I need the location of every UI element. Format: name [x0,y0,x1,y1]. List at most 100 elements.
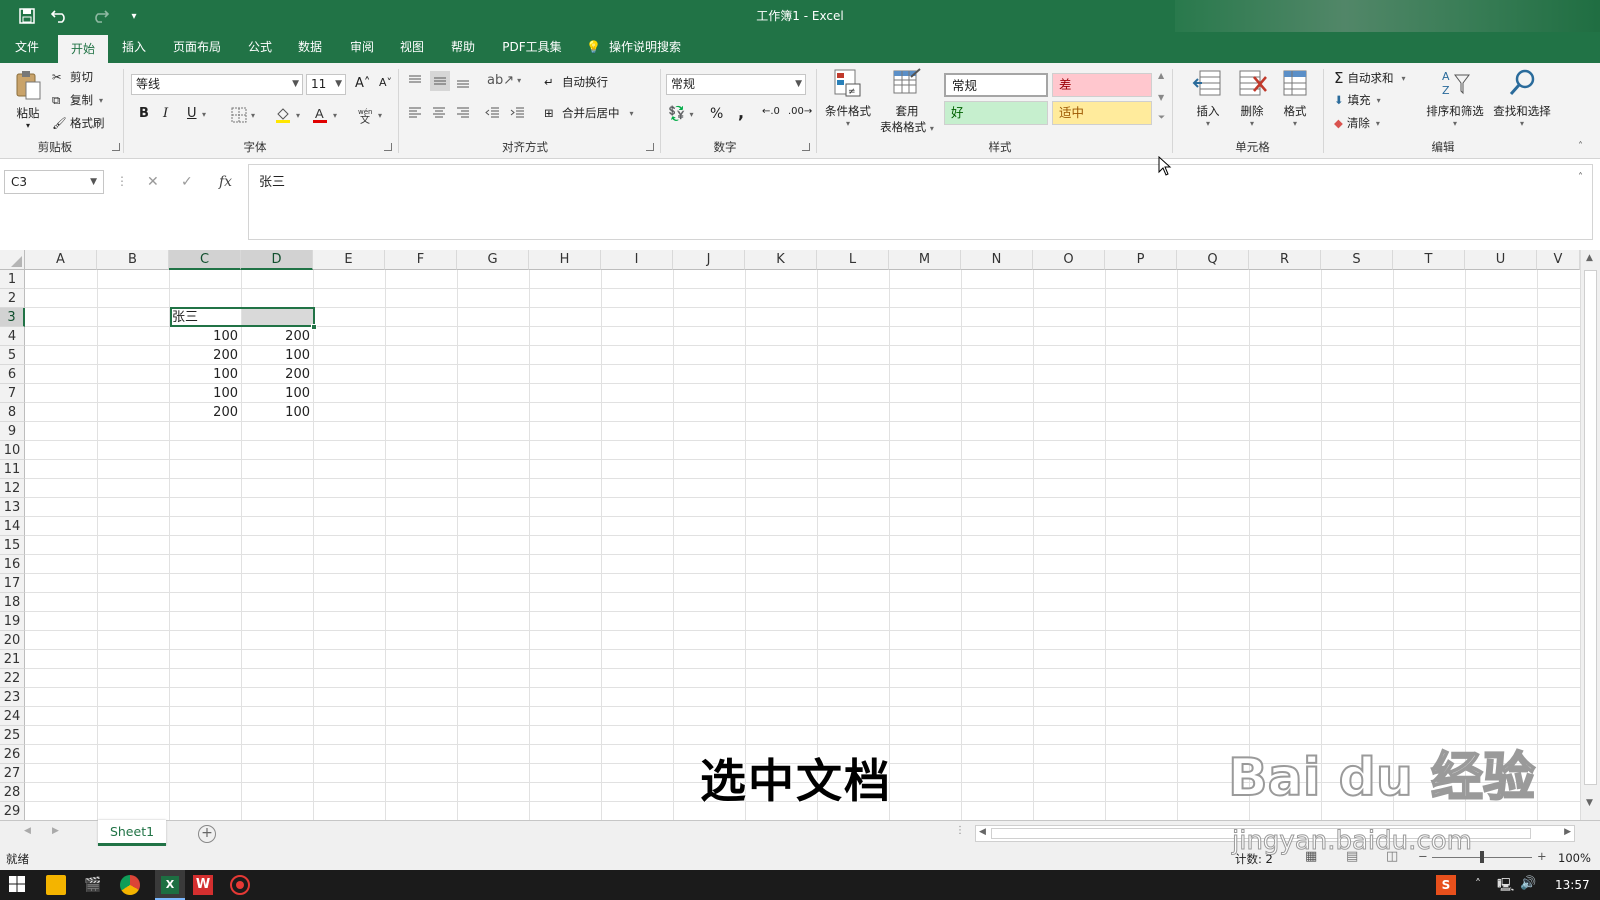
row-header-17[interactable]: 17 [0,574,25,593]
copy-button[interactable]: ⧉ 复制 ▾ [52,92,103,108]
cell-d8[interactable]: 100 [241,403,313,422]
row-header-13[interactable]: 13 [0,498,25,517]
row-header-19[interactable]: 19 [0,612,25,631]
cancel-entry-icon[interactable]: ✕ [147,174,159,190]
column-header-j[interactable]: J [673,250,745,270]
column-header-u[interactable]: U [1465,250,1537,270]
number-launcher-icon[interactable] [802,143,810,151]
grow-font-button[interactable]: A˄ [355,76,370,91]
column-header-i[interactable]: I [601,250,673,270]
tab-review[interactable]: 审阅 [342,32,382,63]
column-header-g[interactable]: G [457,250,529,270]
column-header-s[interactable]: S [1321,250,1393,270]
film-app-icon[interactable]: 🎬 [83,875,103,895]
chevron-down-icon[interactable]: ▾ [202,110,206,119]
cell-c8[interactable]: 200 [169,403,241,422]
clipboard-launcher-icon[interactable] [112,143,120,151]
comma-button[interactable]: , [738,103,744,122]
scroll-up-icon[interactable]: ▲ [1586,253,1593,263]
row-header-20[interactable]: 20 [0,631,25,650]
format-painter-button[interactable]: 🖌 格式刷 [52,115,105,131]
italic-button[interactable]: I [163,106,168,121]
sheet-tab-sheet1[interactable]: Sheet1 [98,820,166,846]
tab-insert[interactable]: 插入 [114,32,154,63]
cell-c5[interactable]: 200 [169,346,241,365]
row-header-26[interactable]: 26 [0,745,25,764]
volume-icon[interactable]: 🔊 [1520,876,1536,891]
column-header-f[interactable]: F [385,250,457,270]
align-right-button[interactable] [455,105,471,121]
row-header-18[interactable]: 18 [0,593,25,612]
conditional-formatting-button[interactable]: ≠ 条件格式 ▾ [822,67,874,128]
wps-icon[interactable]: W [193,875,213,895]
row-header-7[interactable]: 7 [0,384,25,403]
name-box[interactable]: C3 ▼ [4,170,104,194]
cell-c7[interactable]: 100 [169,384,241,403]
column-header-n[interactable]: N [961,250,1033,270]
align-top-button[interactable] [407,73,423,89]
borders-button[interactable]: ▾ [231,107,255,123]
font-launcher-icon[interactable] [384,143,392,151]
tab-help[interactable]: 帮助 [443,32,483,63]
fill-button[interactable]: ⬇ 填充 ▾ [1334,92,1381,108]
column-header-b[interactable]: B [97,250,169,270]
cell-c6[interactable]: 100 [169,365,241,384]
fill-color-button[interactable]: ▾ [274,106,300,124]
insert-cells-button[interactable]: 插入 ▾ [1188,67,1228,128]
align-left-button[interactable] [407,105,423,121]
column-header-q[interactable]: Q [1177,250,1249,270]
screen-recorder-icon[interactable] [230,875,250,895]
find-select-button[interactable]: 查找和选择 ▾ [1490,67,1554,128]
font-color-button[interactable]: A ▾ [311,106,337,124]
row-header-25[interactable]: 25 [0,726,25,745]
row-header-22[interactable]: 22 [0,669,25,688]
format-cells-button[interactable]: 格式 ▾ [1275,67,1315,128]
cell-d4[interactable]: 200 [241,327,313,346]
column-header-l[interactable]: L [817,250,889,270]
column-header-h[interactable]: H [529,250,601,270]
row-header-12[interactable]: 12 [0,479,25,498]
increase-indent-button[interactable] [510,105,526,121]
prev-sheet-icon[interactable]: ◀ [24,826,31,836]
row-header-14[interactable]: 14 [0,517,25,536]
network-icon[interactable]: 🖳 [1497,876,1514,898]
style-bad[interactable]: 差 [1052,73,1152,97]
formula-input[interactable]: 张三 [248,164,1593,240]
font-name-combo[interactable]: 等线 ▼ [131,74,303,95]
collapse-ribbon-icon[interactable]: ˄ [1578,141,1583,152]
zoom-level[interactable]: 100% [1558,851,1591,865]
column-header-v[interactable]: V [1537,250,1580,270]
merge-center-button[interactable]: ⊞ 合并后居中 ▾ [544,105,634,121]
row-header-4[interactable]: 4 [0,327,25,346]
collapse-formula-bar-icon[interactable]: ˄ [1578,172,1583,183]
align-middle-button[interactable] [430,71,450,91]
scroll-down-icon[interactable]: ▼ [1586,798,1593,808]
insert-function-icon[interactable]: fx [219,174,232,190]
zoom-in-icon[interactable]: + [1537,849,1547,863]
cell-d5[interactable]: 100 [241,346,313,365]
vertical-scroll-thumb[interactable] [1584,270,1597,785]
align-center-button[interactable] [431,105,447,121]
paste-button[interactable]: 粘贴 ▾ [10,69,46,130]
cell-d6[interactable]: 200 [241,365,313,384]
row-header-10[interactable]: 10 [0,441,25,460]
underline-button[interactable]: U [187,106,197,121]
row-header-3[interactable]: 3 [0,308,25,327]
wrap-text-button[interactable]: ↵ 自动换行 [544,74,608,90]
styles-scroll-down-icon[interactable]: ▼ [1158,93,1164,102]
tab-split-grip-icon[interactable]: ⋮ [955,825,965,836]
tab-view[interactable]: 视图 [392,32,432,63]
row-header-28[interactable]: 28 [0,783,25,802]
fill-handle[interactable] [311,324,317,330]
row-header-27[interactable]: 27 [0,764,25,783]
row-header-11[interactable]: 11 [0,460,25,479]
cut-button[interactable]: ✂ 剪切 [52,69,93,85]
style-neutral[interactable]: 适中 [1052,101,1152,125]
alignment-launcher-icon[interactable] [646,143,654,151]
add-sheet-icon[interactable]: + [198,825,216,843]
row-header-6[interactable]: 6 [0,365,25,384]
sort-filter-button[interactable]: AZ 排序和筛选 ▾ [1423,67,1487,128]
autosum-button[interactable]: Σ 自动求和 ▾ [1334,69,1406,87]
column-header-e[interactable]: E [313,250,385,270]
row-header-1[interactable]: 1 [0,270,25,289]
